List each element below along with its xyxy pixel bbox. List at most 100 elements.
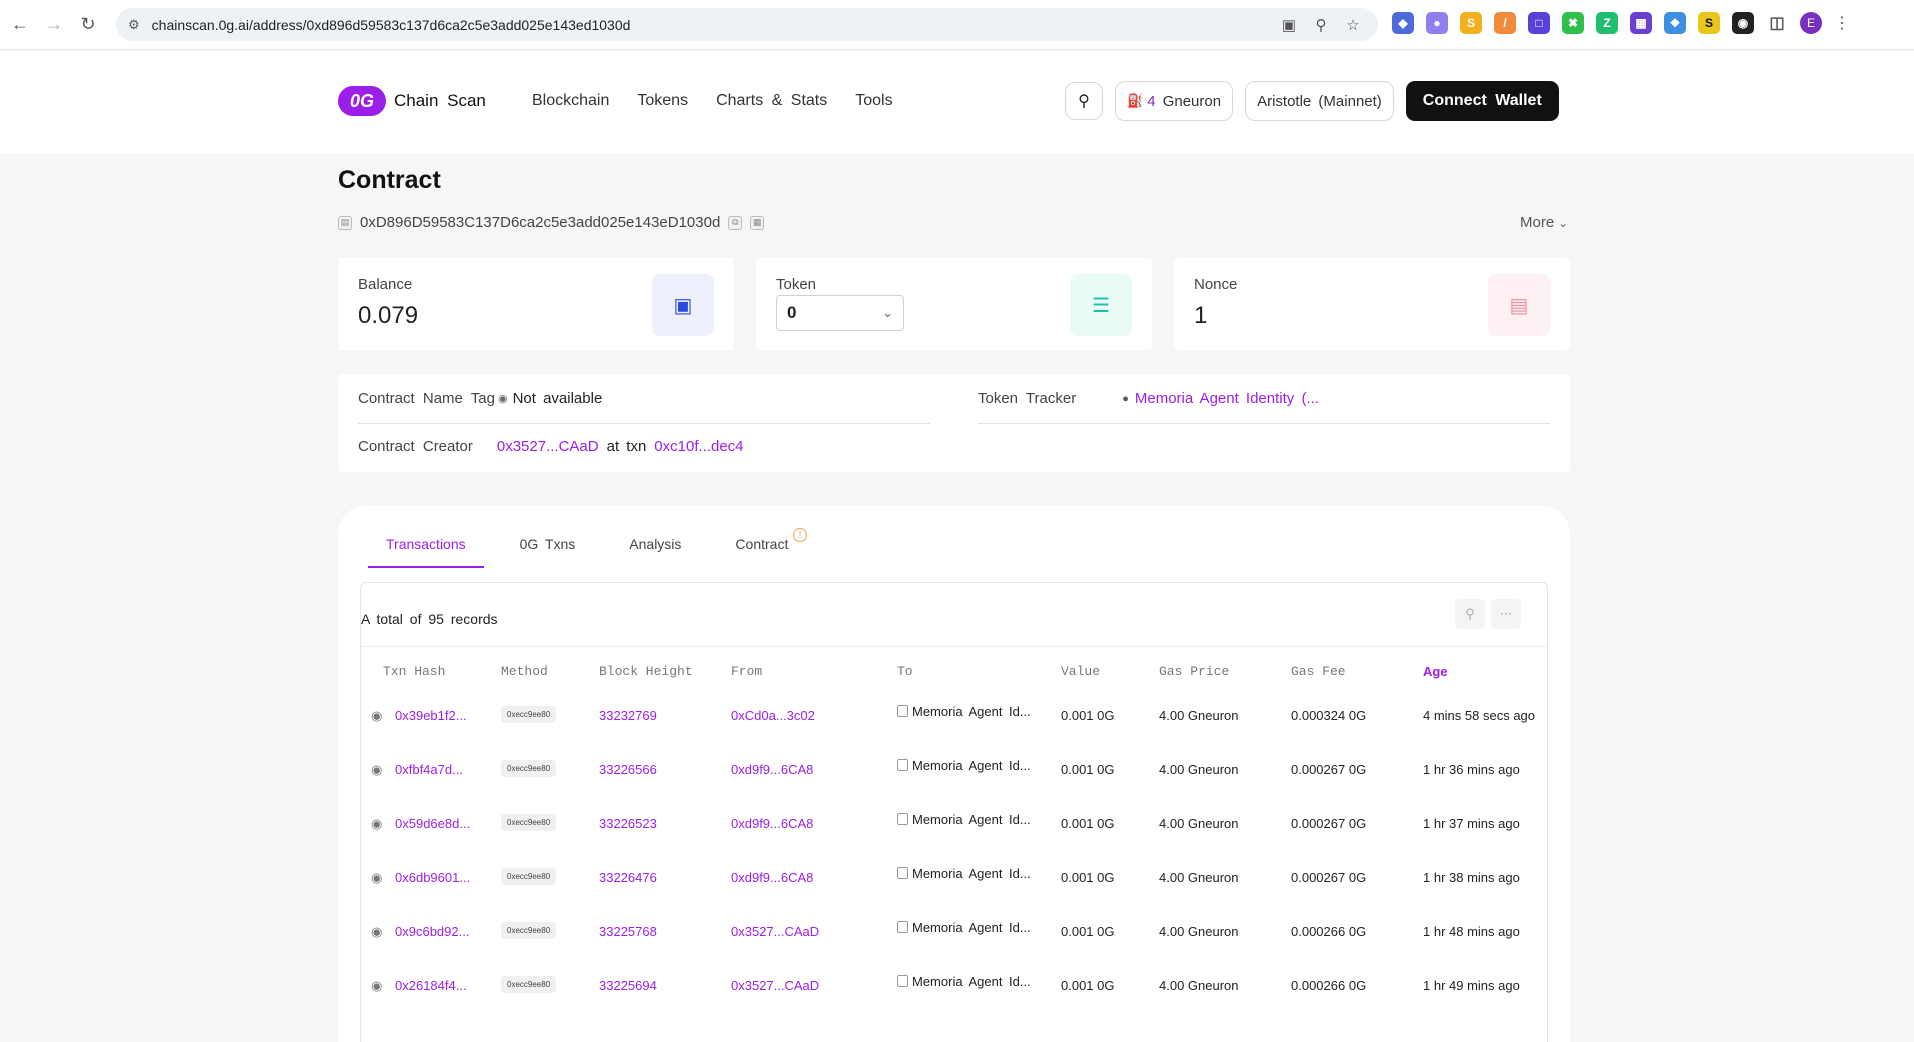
extension-icon[interactable]: S [1698,12,1720,34]
table-row: ◉ 0x26184f4... 0xecc9ee80 33225694 0x352… [361,960,1547,1014]
url-text[interactable]: chainscan.0g.ai/address/0xd896d59583c137… [152,17,631,33]
nav-blockchain[interactable]: Blockchain [532,92,609,110]
bookmark-star-icon[interactable]: ☆ [1342,14,1364,36]
block-link[interactable]: 33232769 [599,708,657,723]
age-cell: 1 hr 48 mins ago [1423,924,1520,939]
connect-wallet-button[interactable]: Connect Wallet [1405,81,1559,121]
eye-icon[interactable]: ◉ [371,924,382,940]
txn-hash-link[interactable]: 0x39eb1f2... [395,708,467,723]
to-label: Memoria Agent Id... [912,704,1031,719]
from-link[interactable]: 0xd9f9...6CA8 [731,816,813,831]
site-logo[interactable]: 0G Chain Scan [338,86,486,116]
copy-icon[interactable]: ⧉ [728,215,743,230]
col-age[interactable]: Age [1423,664,1448,679]
token-tracker-link[interactable]: Memoria Agent Identity (... [1135,390,1319,407]
to-cell[interactable]: Memoria Agent Id... [897,704,1031,719]
txn-hash-link[interactable]: 0x26184f4... [395,978,467,993]
install-app-icon[interactable]: ▣ [1278,14,1300,36]
tab-analysis[interactable]: Analysis [611,536,699,568]
extension-icon[interactable]: ▦ [1630,12,1652,34]
forward-icon[interactable]: → [40,11,68,39]
gas-price-button[interactable]: ⛽ 4 Gneuron [1115,81,1234,121]
more-dropdown[interactable]: More ⌄ [1520,214,1568,231]
name-tag-label: Contract Name Tag [358,390,495,407]
method-badge: 0xecc9ee80 [501,976,557,993]
search-button[interactable]: ⚲ [1065,82,1103,120]
browser-menu-icon[interactable]: ⋮ [1834,13,1850,33]
eye-icon[interactable]: ◉ [371,762,382,778]
nav-tokens[interactable]: Tokens [637,92,688,110]
divider [358,423,930,424]
nav-tools[interactable]: Tools [855,92,892,110]
extension-icon[interactable]: □ [1528,12,1550,34]
tab-contract[interactable]: Contract [717,536,806,568]
block-link[interactable]: 33226566 [599,762,657,777]
table-search-button[interactable]: ⚲ [1455,599,1485,629]
to-cell[interactable]: Memoria Agent Id... [897,974,1031,989]
to-cell[interactable]: Memoria Agent Id... [897,812,1031,827]
back-icon[interactable]: ← [6,11,34,39]
reload-icon[interactable]: ↻ [74,11,102,39]
from-link[interactable]: 0xCd0a...3c02 [731,708,815,723]
extension-icon[interactable]: / [1494,12,1516,34]
from-link[interactable]: 0xd9f9...6CA8 [731,762,813,777]
token-select-value: 0 [787,303,797,322]
site-settings-icon[interactable]: ⚙ [128,17,140,33]
balance-card: Balance 0.079 ▣ [338,258,734,350]
to-label: Memoria Agent Id... [912,812,1031,827]
ellipsis-icon: ⋯ [1499,606,1513,621]
site-header: 0G Chain Scan Blockchain Tokens Charts &… [0,51,1914,154]
extension-icon[interactable]: ✖ [1562,12,1584,34]
extension-icon[interactable]: S [1460,12,1482,34]
table-more-button[interactable]: ⋯ [1491,599,1521,629]
from-link[interactable]: 0xd9f9...6CA8 [731,870,813,885]
from-link[interactable]: 0x3527...CAaD [731,978,819,993]
puzzle-icon[interactable]: ◫ [1766,12,1788,34]
creator-txn-link[interactable]: 0xc10f...dec4 [654,438,743,455]
to-cell[interactable]: Memoria Agent Id... [897,866,1031,881]
gas-unit: Gneuron [1155,92,1222,110]
zoom-icon[interactable]: ⚲ [1310,14,1332,36]
token-select[interactable]: 0 ⌄ [776,295,904,331]
tab-transactions[interactable]: Transactions [368,536,484,568]
eye-icon[interactable]: ◉ [371,708,382,724]
address-bar[interactable]: ⚙ chainscan.0g.ai/address/0xd896d59583c1… [116,8,1378,41]
wallet-icon: ▣ [652,274,714,336]
calendar-icon: ▤ [1488,274,1550,336]
txn-hash-link[interactable]: 0xfbf4a7d... [395,762,463,777]
chevron-down-icon: ⌄ [882,305,893,320]
extension-icon[interactable]: Z [1596,12,1618,34]
nav-charts-stats[interactable]: Charts & Stats [716,92,827,110]
age-cell: 1 hr 38 mins ago [1423,870,1520,885]
creator-address-link[interactable]: 0x3527...CAaD [497,438,599,455]
qr-code-icon[interactable]: ▦ [750,215,765,230]
contract-icon [897,867,908,879]
network-selector[interactable]: Aristotle (Mainnet) [1245,81,1394,121]
extension-icon[interactable]: ● [1426,12,1448,34]
col-block-height: Block Height [599,664,693,679]
eye-icon[interactable]: ◉ [371,816,382,832]
txn-hash-link[interactable]: 0x9c6bd92... [395,924,469,939]
gas-value: 4 [1147,92,1156,110]
to-cell[interactable]: Memoria Agent Id... [897,758,1031,773]
tab-0g-txns[interactable]: 0G Txns [502,536,594,568]
eye-icon[interactable]: ◉ [371,978,382,994]
balance-label: Balance [358,276,413,293]
txn-hash-link[interactable]: 0x59d6e8d... [395,816,470,831]
txn-hash-link[interactable]: 0x6db9601... [395,870,470,885]
extension-icon[interactable]: ◉ [1732,12,1754,34]
eye-icon[interactable]: ◉ [371,870,382,886]
name-tag-row: Contract Name Tag ◉ Not available [358,390,602,407]
block-link[interactable]: 33225694 [599,978,657,993]
extension-icon[interactable]: ❖ [1664,12,1686,34]
block-link[interactable]: 33225768 [599,924,657,939]
gas-pump-icon: ⛽ [1127,93,1144,108]
from-link[interactable]: 0x3527...CAaD [731,924,819,939]
coins-stack-icon: ☰ [1070,274,1132,336]
to-cell[interactable]: Memoria Agent Id... [897,920,1031,935]
block-link[interactable]: 33226523 [599,816,657,831]
extension-icon[interactable]: ◆ [1392,12,1414,34]
age-cell: 4 mins 58 secs ago [1423,708,1536,723]
profile-avatar[interactable]: E [1800,12,1822,34]
block-link[interactable]: 33226476 [599,870,657,885]
